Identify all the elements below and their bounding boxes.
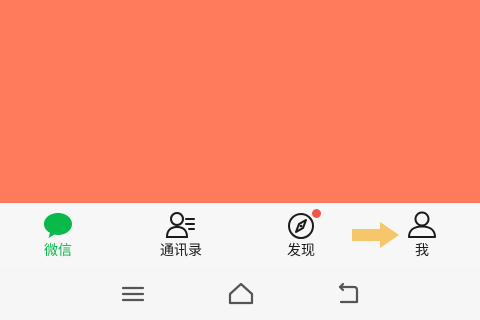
tab-weixin[interactable]: 微信 xyxy=(13,203,103,267)
content-area xyxy=(0,0,480,203)
back-button[interactable] xyxy=(328,279,368,309)
back-icon xyxy=(338,282,359,304)
tab-label-discover: 发现 xyxy=(287,243,315,259)
menu-button[interactable] xyxy=(113,279,153,309)
home-button[interactable] xyxy=(221,279,261,309)
menu-icon xyxy=(121,286,145,302)
phone-screen: 微信 通讯录 发现 我 xyxy=(0,0,480,320)
system-navigation-bar xyxy=(0,267,480,320)
person-icon xyxy=(406,210,438,240)
contacts-icon xyxy=(165,210,197,240)
chat-bubble-icon xyxy=(42,210,74,240)
tab-contacts[interactable]: 通讯录 xyxy=(136,203,226,267)
notification-badge xyxy=(312,209,321,218)
bottom-tab-bar: 微信 通讯录 发现 我 xyxy=(0,203,480,267)
tab-discover[interactable]: 发现 xyxy=(256,203,346,267)
home-icon xyxy=(228,282,254,305)
tab-label-contacts: 通讯录 xyxy=(160,243,202,259)
arrow-right-icon xyxy=(352,220,400,250)
tab-label-weixin: 微信 xyxy=(44,243,72,259)
